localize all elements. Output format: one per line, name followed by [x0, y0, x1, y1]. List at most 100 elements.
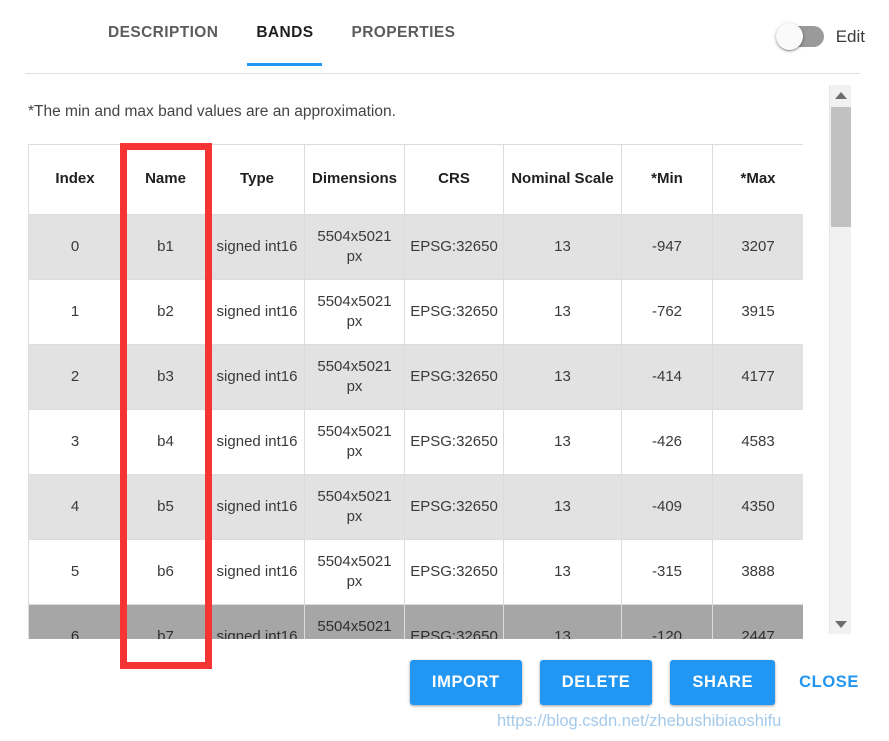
- column-header-crs: CRS: [405, 145, 504, 215]
- tab-properties[interactable]: PROPERTIES: [351, 24, 455, 66]
- cell-crs: EPSG:32650: [405, 410, 504, 475]
- tab-list: DESCRIPTION BANDS PROPERTIES: [108, 24, 455, 76]
- cell-type: signed int16: [210, 475, 305, 540]
- cell-name: b7: [122, 605, 210, 640]
- chevron-down-icon: [835, 621, 847, 628]
- cell-nominal-scale: 13: [504, 280, 622, 345]
- column-header-min: *Min: [622, 145, 713, 215]
- scroll-down-button[interactable]: [830, 614, 852, 634]
- cell-crs: EPSG:32650: [405, 540, 504, 605]
- cell-max: 4350: [713, 475, 804, 540]
- tab-bands[interactable]: BANDS: [256, 24, 313, 66]
- cell-min: -947: [622, 215, 713, 280]
- share-button[interactable]: SHARE: [670, 660, 775, 705]
- cell-dimensions: 5504x5021 px: [305, 605, 405, 640]
- table-row[interactable]: 6b7signed int165504x5021 pxEPSG:3265013-…: [29, 605, 804, 640]
- cell-crs: EPSG:32650: [405, 345, 504, 410]
- table-row[interactable]: 1b2signed int165504x5021 pxEPSG:3265013-…: [29, 280, 804, 345]
- vertical-scrollbar[interactable]: [829, 85, 851, 634]
- cell-name: b1: [122, 215, 210, 280]
- cell-crs: EPSG:32650: [405, 605, 504, 640]
- cell-dimensions: 5504x5021 px: [305, 215, 405, 280]
- cell-min: -315: [622, 540, 713, 605]
- table-header-row: Index Name Type Dimensions CRS Nominal S…: [29, 145, 804, 215]
- cell-name: b2: [122, 280, 210, 345]
- cell-dimensions: 5504x5021 px: [305, 280, 405, 345]
- cell-min: -414: [622, 345, 713, 410]
- cell-index: 4: [29, 475, 122, 540]
- cell-dimensions: 5504x5021 px: [305, 345, 405, 410]
- cell-nominal-scale: 13: [504, 410, 622, 475]
- table-row[interactable]: 5b6signed int165504x5021 pxEPSG:3265013-…: [29, 540, 804, 605]
- cell-min: -409: [622, 475, 713, 540]
- cell-min: -762: [622, 280, 713, 345]
- edit-toggle-label: Edit: [836, 27, 865, 47]
- cell-min: -426: [622, 410, 713, 475]
- cell-dimensions: 5504x5021 px: [305, 540, 405, 605]
- cell-name: b4: [122, 410, 210, 475]
- edit-toggle-switch[interactable]: [778, 26, 824, 47]
- cell-max: 3915: [713, 280, 804, 345]
- cell-dimensions: 5504x5021 px: [305, 475, 405, 540]
- cell-index: 2: [29, 345, 122, 410]
- dialog-footer: IMPORT DELETE SHARE CLOSE: [0, 649, 889, 741]
- cell-nominal-scale: 13: [504, 540, 622, 605]
- bands-table-container: Index Name Type Dimensions CRS Nominal S…: [28, 144, 803, 639]
- cell-max: 4583: [713, 410, 804, 475]
- cell-min: -120: [622, 605, 713, 640]
- approximation-note: *The min and max band values are an appr…: [28, 103, 396, 121]
- cell-type: signed int16: [210, 215, 305, 280]
- column-header-name: Name: [122, 145, 210, 215]
- cell-type: signed int16: [210, 605, 305, 640]
- cell-crs: EPSG:32650: [405, 215, 504, 280]
- cell-nominal-scale: 13: [504, 605, 622, 640]
- column-header-nominal-scale: Nominal Scale: [504, 145, 622, 215]
- column-header-type: Type: [210, 145, 305, 215]
- cell-type: signed int16: [210, 345, 305, 410]
- bands-table-body: 0b1signed int165504x5021 pxEPSG:3265013-…: [29, 215, 804, 640]
- cell-index: 3: [29, 410, 122, 475]
- cell-nominal-scale: 13: [504, 475, 622, 540]
- column-header-max: *Max: [713, 145, 804, 215]
- tab-description[interactable]: DESCRIPTION: [108, 24, 218, 66]
- cell-name: b5: [122, 475, 210, 540]
- band-info-dialog: DESCRIPTION BANDS PROPERTIES Edit *The m…: [0, 0, 889, 741]
- close-button[interactable]: CLOSE: [793, 660, 865, 705]
- cell-index: 5: [29, 540, 122, 605]
- cell-crs: EPSG:32650: [405, 475, 504, 540]
- cell-name: b6: [122, 540, 210, 605]
- delete-button[interactable]: DELETE: [540, 660, 653, 705]
- cell-index: 1: [29, 280, 122, 345]
- bands-table: Index Name Type Dimensions CRS Nominal S…: [28, 144, 803, 639]
- scrollbar-thumb[interactable]: [831, 107, 851, 227]
- table-row[interactable]: 4b5signed int165504x5021 pxEPSG:3265013-…: [29, 475, 804, 540]
- table-row[interactable]: 3b4signed int165504x5021 pxEPSG:3265013-…: [29, 410, 804, 475]
- cell-dimensions: 5504x5021 px: [305, 410, 405, 475]
- cell-nominal-scale: 13: [504, 215, 622, 280]
- edit-toggle-group: Edit: [778, 26, 865, 47]
- cell-type: signed int16: [210, 280, 305, 345]
- scroll-up-button[interactable]: [830, 85, 852, 105]
- cell-max: 2447: [713, 605, 804, 640]
- tab-bar: DESCRIPTION BANDS PROPERTIES: [0, 0, 889, 76]
- import-button[interactable]: IMPORT: [410, 660, 522, 705]
- cell-nominal-scale: 13: [504, 345, 622, 410]
- cell-crs: EPSG:32650: [405, 280, 504, 345]
- table-row[interactable]: 2b3signed int165504x5021 pxEPSG:3265013-…: [29, 345, 804, 410]
- cell-max: 3207: [713, 215, 804, 280]
- column-header-index: Index: [29, 145, 122, 215]
- bands-table-head: Index Name Type Dimensions CRS Nominal S…: [29, 145, 804, 215]
- cell-index: 0: [29, 215, 122, 280]
- tab-divider: [25, 73, 860, 74]
- cell-index: 6: [29, 605, 122, 640]
- cell-type: signed int16: [210, 540, 305, 605]
- chevron-up-icon: [835, 92, 847, 99]
- cell-type: signed int16: [210, 410, 305, 475]
- cell-name: b3: [122, 345, 210, 410]
- cell-max: 3888: [713, 540, 804, 605]
- table-row[interactable]: 0b1signed int165504x5021 pxEPSG:3265013-…: [29, 215, 804, 280]
- cell-max: 4177: [713, 345, 804, 410]
- toggle-knob: [776, 23, 803, 50]
- column-header-dimensions: Dimensions: [305, 145, 405, 215]
- footer-button-row: IMPORT DELETE SHARE CLOSE: [410, 660, 865, 705]
